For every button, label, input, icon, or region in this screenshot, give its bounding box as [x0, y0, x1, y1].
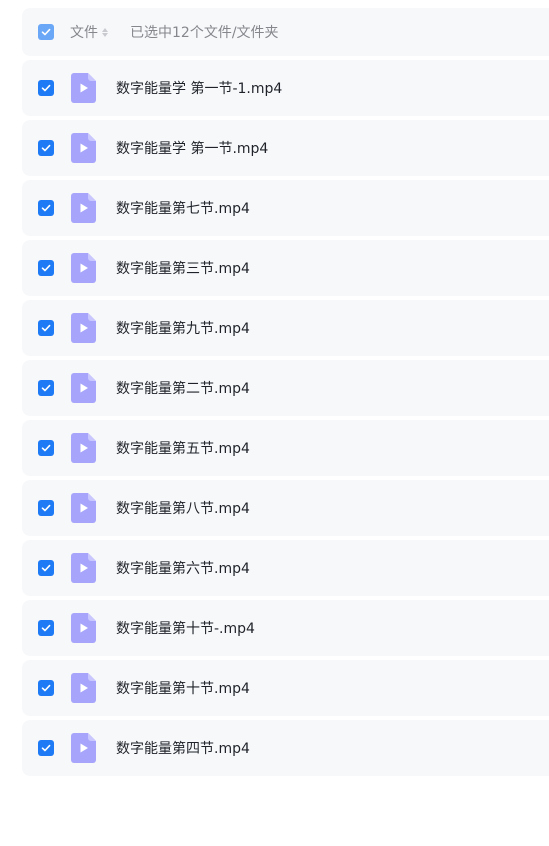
video-file-icon	[71, 253, 96, 283]
column-header-label: 文件	[70, 25, 98, 41]
row-checkbox-icon[interactable]	[38, 80, 54, 96]
row-checkbox-icon[interactable]	[38, 620, 54, 636]
row-checkbox-icon[interactable]	[38, 140, 54, 156]
file-row[interactable]: 数字能量学 第一节-1.mp4	[22, 60, 549, 116]
file-row[interactable]: 数字能量第二节.mp4	[22, 360, 549, 416]
video-file-icon	[71, 493, 96, 523]
file-row[interactable]: 数字能量第六节.mp4	[22, 540, 549, 596]
file-row[interactable]: 数字能量第十节.mp4	[22, 660, 549, 716]
video-file-icon	[71, 373, 96, 403]
file-name: 数字能量第三节.mp4	[116, 261, 250, 277]
row-checkbox-icon[interactable]	[38, 200, 54, 216]
file-name: 数字能量第十节-.mp4	[116, 621, 255, 637]
video-file-icon	[71, 193, 96, 223]
file-row[interactable]: 数字能量第七节.mp4	[22, 180, 549, 236]
file-list: 文件 已选中12个文件/文件夹 数字能量学 第一节-1.mp4 数字能量学 第一…	[22, 8, 549, 780]
file-name: 数字能量第八节.mp4	[116, 501, 250, 517]
column-header-file[interactable]: 文件	[70, 22, 108, 42]
video-file-icon	[71, 673, 96, 703]
selected-count-text: 已选中12个文件/文件夹	[130, 25, 279, 41]
row-checkbox-icon[interactable]	[38, 320, 54, 336]
file-name: 数字能量第九节.mp4	[116, 321, 250, 337]
video-file-icon	[71, 133, 96, 163]
video-file-icon	[71, 313, 96, 343]
select-all-checkbox-icon[interactable]	[38, 24, 54, 40]
sort-icon[interactable]	[102, 27, 108, 37]
video-file-icon	[71, 73, 96, 103]
file-row[interactable]: 数字能量学 第一节.mp4	[22, 120, 549, 176]
video-file-icon	[71, 553, 96, 583]
file-row[interactable]: 数字能量第五节.mp4	[22, 420, 549, 476]
list-header: 文件 已选中12个文件/文件夹	[22, 8, 549, 56]
file-row[interactable]: 数字能量第八节.mp4	[22, 480, 549, 536]
video-file-icon	[71, 733, 96, 763]
file-row[interactable]: 数字能量第十节-.mp4	[22, 600, 549, 656]
row-checkbox-icon[interactable]	[38, 500, 54, 516]
file-rows: 数字能量学 第一节-1.mp4 数字能量学 第一节.mp4 数字能量第七节.mp…	[22, 60, 549, 776]
row-checkbox-icon[interactable]	[38, 560, 54, 576]
file-name: 数字能量第十节.mp4	[116, 681, 250, 697]
file-row[interactable]: 数字能量第九节.mp4	[22, 300, 549, 356]
row-checkbox-icon[interactable]	[38, 740, 54, 756]
row-checkbox-icon[interactable]	[38, 380, 54, 396]
row-checkbox-icon[interactable]	[38, 260, 54, 276]
file-name: 数字能量第六节.mp4	[116, 561, 250, 577]
file-row[interactable]: 数字能量第四节.mp4	[22, 720, 549, 776]
file-name: 数字能量学 第一节.mp4	[116, 141, 269, 157]
video-file-icon	[71, 613, 96, 643]
file-name: 数字能量学 第一节-1.mp4	[116, 81, 283, 97]
file-name: 数字能量第四节.mp4	[116, 741, 250, 757]
file-name: 数字能量第五节.mp4	[116, 441, 250, 457]
file-name: 数字能量第二节.mp4	[116, 381, 250, 397]
file-name: 数字能量第七节.mp4	[116, 201, 250, 217]
row-checkbox-icon[interactable]	[38, 680, 54, 696]
file-row[interactable]: 数字能量第三节.mp4	[22, 240, 549, 296]
row-checkbox-icon[interactable]	[38, 440, 54, 456]
video-file-icon	[71, 433, 96, 463]
